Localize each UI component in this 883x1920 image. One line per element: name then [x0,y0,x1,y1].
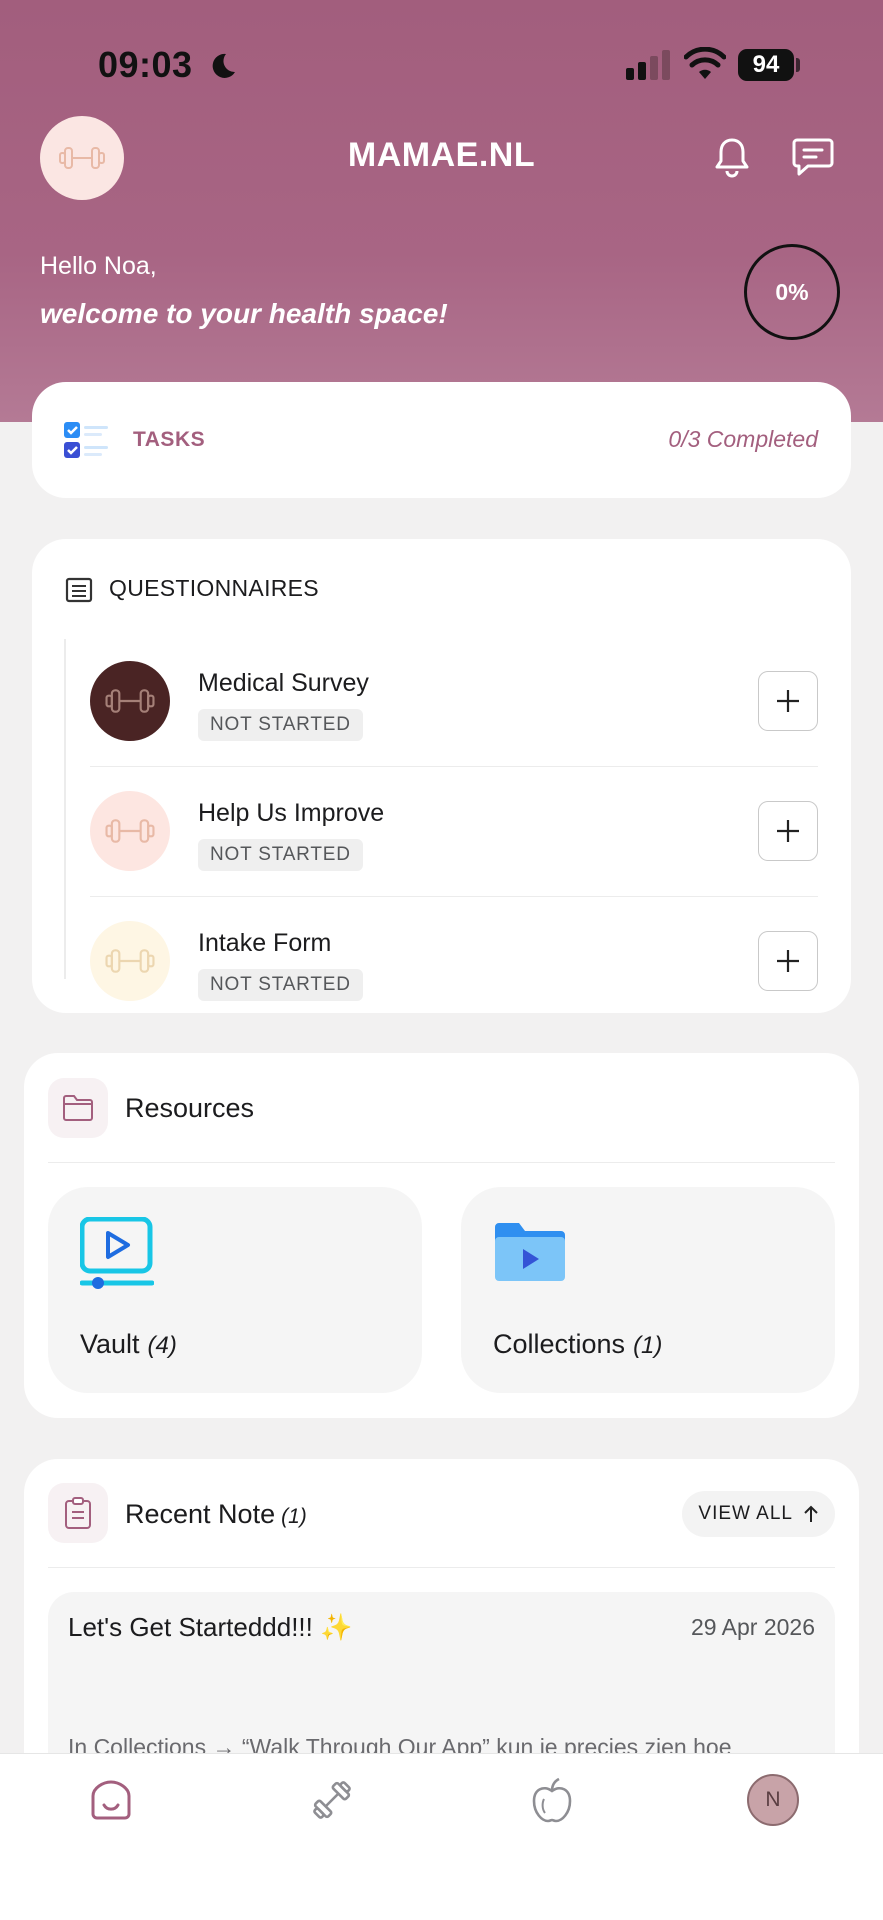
questionnaire-name: Help Us Improve [198,799,385,827]
tasks-label: TASKS [133,428,206,451]
resources-icon-box [48,1078,108,1138]
vault-count: (4) [147,1332,177,1359]
recent-note-title: Recent Note (1) [125,1499,307,1530]
video-folder-icon [495,1223,565,1281]
note-entry-title: Let's Get Starteddd!!! ✨ [68,1612,353,1642]
note-entry-date: 29 Apr 2026 [690,1614,815,1640]
add-button[interactable] [758,801,818,861]
bottom-nav: N [0,1753,883,1920]
wifi-icon [684,47,726,79]
recent-note-title-text: Recent Note [125,1499,276,1529]
greeting-text: Hello Noa, [40,252,157,280]
collections-tile[interactable]: Collections (1) [461,1187,835,1393]
resources-title: Resources [125,1093,255,1123]
collections-count: (1) [633,1332,663,1359]
video-library-icon [80,1217,154,1289]
bell-icon[interactable] [712,136,752,178]
timeline-line [64,639,66,979]
progress-ring: 0% [744,244,840,340]
checklist-icon [64,422,108,458]
questionnaire-name: Medical Survey [198,669,369,697]
nav-home[interactable] [83,1772,139,1828]
folder-icon [63,1095,93,1121]
nav-nutrition[interactable] [524,1772,580,1828]
collections-label: Collections (1) [493,1329,662,1360]
collections-label-text: Collections [493,1329,626,1359]
welcome-text: welcome to your health space! [40,298,448,329]
questionnaire-item[interactable]: Help Us Improve NOT STARTED [90,767,818,897]
dumbbell-icon [105,819,155,843]
plus-icon [777,690,799,712]
profile-avatar: N [747,1774,799,1826]
tasks-card[interactable]: TASKS 0/3 Completed [32,382,851,498]
dumbbell-icon [313,1781,351,1819]
battery-tip [796,58,800,72]
chat-icon[interactable] [792,136,834,176]
nav-workout[interactable] [304,1772,360,1828]
plus-icon [777,820,799,842]
status-badge: NOT STARTED [198,709,363,741]
tasks-status: 0/3 Completed [668,426,818,452]
status-badge: NOT STARTED [198,839,363,871]
status-badge: NOT STARTED [198,969,363,1001]
vault-label: Vault (4) [80,1329,177,1360]
arrow-up-icon [804,1505,818,1522]
battery-indicator: 94 [738,49,794,81]
questionnaires-card: QUESTIONNAIRES Medical Survey NOT STARTE… [32,539,851,1013]
vault-tile[interactable]: Vault (4) [48,1187,422,1393]
divider [48,1567,835,1568]
questionnaire-avatar [90,791,170,871]
progress-value: 0% [775,278,809,305]
resources-card: Resources Vault (4) Collections (1) [24,1053,859,1418]
view-all-label: VIEW ALL [698,1503,793,1524]
dumbbell-icon [105,949,155,973]
clipboard-icon [65,1497,91,1529]
home-icon [91,1780,131,1820]
nav-profile[interactable]: N [745,1772,801,1828]
signal-icon [626,50,670,80]
vault-label-text: Vault [80,1329,140,1359]
add-button[interactable] [758,671,818,731]
apple-icon [532,1777,572,1823]
add-button[interactable] [758,931,818,991]
questionnaire-item[interactable]: Medical Survey NOT STARTED [90,637,818,767]
questionnaire-name: Intake Form [198,929,332,957]
status-time: 09:03 [98,44,193,85]
status-bar: 09:03 94 [0,0,883,130]
view-all-button[interactable]: VIEW ALL [682,1491,835,1537]
questionnaire-avatar [90,921,170,1001]
dumbbell-icon [105,689,155,713]
plus-icon [777,950,799,972]
divider [48,1162,835,1163]
document-icon [65,577,93,603]
questionnaire-avatar [90,661,170,741]
questionnaires-title: QUESTIONNAIRES [109,575,319,601]
questionnaire-item[interactable]: Intake Form NOT STARTED [90,897,818,1027]
note-icon-box [48,1483,108,1543]
recent-note-count: (1) [281,1505,307,1528]
moon-icon [212,53,235,78]
